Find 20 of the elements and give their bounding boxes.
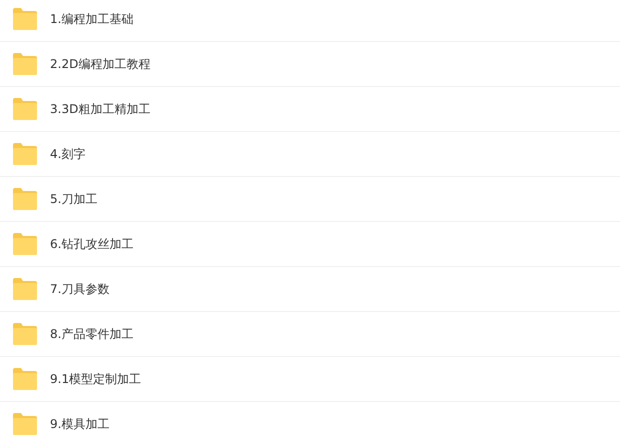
folder-name[interactable]: 9.1模型定制加工 [50,370,142,388]
folder-icon [12,233,38,255]
folder-name[interactable]: 9.模具加工 [50,416,110,432]
folder-name[interactable]: 7.刀具参数 [50,280,110,298]
folder-name[interactable]: 4.刻字 [50,146,86,162]
folder-icon [12,188,38,210]
folder-name[interactable]: 5.刀加工 [50,190,98,208]
folder-icon [12,368,38,390]
folder-name[interactable]: 6.钻孔攻丝加工 [50,236,134,252]
folder-name[interactable]: 2.2D编程加工教程 [50,56,150,72]
folder-icon [12,8,38,30]
folder-icon [12,143,38,165]
folder-icon [12,323,38,345]
folder-name[interactable]: 1.编程加工基础 [50,10,134,28]
folder-name[interactable]: 8.产品零件加工 [50,326,134,342]
folder-icon [12,53,38,75]
folder-name[interactable]: 3.3D粗加工精加工 [50,100,150,118]
folder-icon [12,278,38,300]
folder-icon [12,413,38,435]
folder-icon [12,98,38,120]
